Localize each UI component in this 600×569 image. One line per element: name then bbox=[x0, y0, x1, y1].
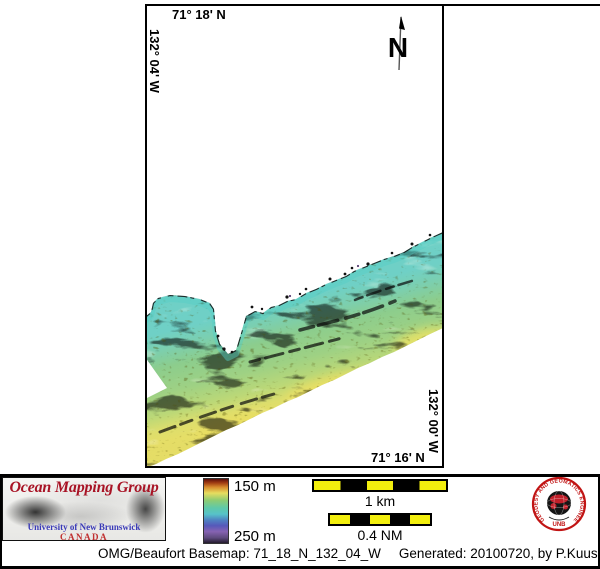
north-arrow-icon: N bbox=[386, 14, 416, 76]
footer-caption-generated: Generated: 20100720, by P.Kuus bbox=[399, 546, 598, 561]
seal-unb-text: UNB bbox=[553, 522, 567, 528]
scalebar-nm bbox=[328, 513, 432, 526]
colorbar-max-label: 250 m bbox=[234, 528, 276, 545]
omg-logo-country: CANADA bbox=[3, 532, 165, 541]
omg-logo-university: University of New Brunswick bbox=[3, 522, 165, 532]
scalebar-nm-label: 0.4 NM bbox=[312, 527, 448, 543]
unb-geodesy-seal: GEODESY AND GEOMATICS ENGINEERING UNB bbox=[528, 474, 590, 536]
coord-label-top: 71° 18' N bbox=[172, 7, 226, 22]
north-label: N bbox=[388, 32, 408, 63]
basemap-page: 71° 18' N 132° 04' W 132° 00' W 71° 16' … bbox=[0, 0, 600, 569]
footer-caption: OMG/Beaufort Basemap: 71_18_N_132_04_W G… bbox=[2, 546, 600, 561]
depth-colorbar bbox=[203, 478, 229, 544]
scalebar-km-label: 1 km bbox=[312, 493, 448, 509]
coord-label-bottom: 71° 16' N bbox=[371, 450, 425, 465]
legend-panel: Ocean Mapping Group University of New Br… bbox=[0, 474, 600, 569]
top-border-rule bbox=[444, 4, 600, 6]
north-arrow-head bbox=[399, 16, 405, 30]
omg-logo-title: Ocean Mapping Group bbox=[3, 479, 165, 497]
omg-logo: Ocean Mapping Group University of New Br… bbox=[2, 477, 166, 541]
footer-caption-basemap: OMG/Beaufort Basemap: 71_18_N_132_04_W bbox=[98, 546, 381, 561]
scalebar-km bbox=[312, 479, 448, 492]
swath-texture-group bbox=[145, 228, 443, 468]
colorbar-min-label: 150 m bbox=[234, 478, 276, 495]
coord-label-right: 132° 00' W bbox=[426, 389, 441, 453]
coord-label-left: 132° 04' W bbox=[147, 29, 162, 93]
